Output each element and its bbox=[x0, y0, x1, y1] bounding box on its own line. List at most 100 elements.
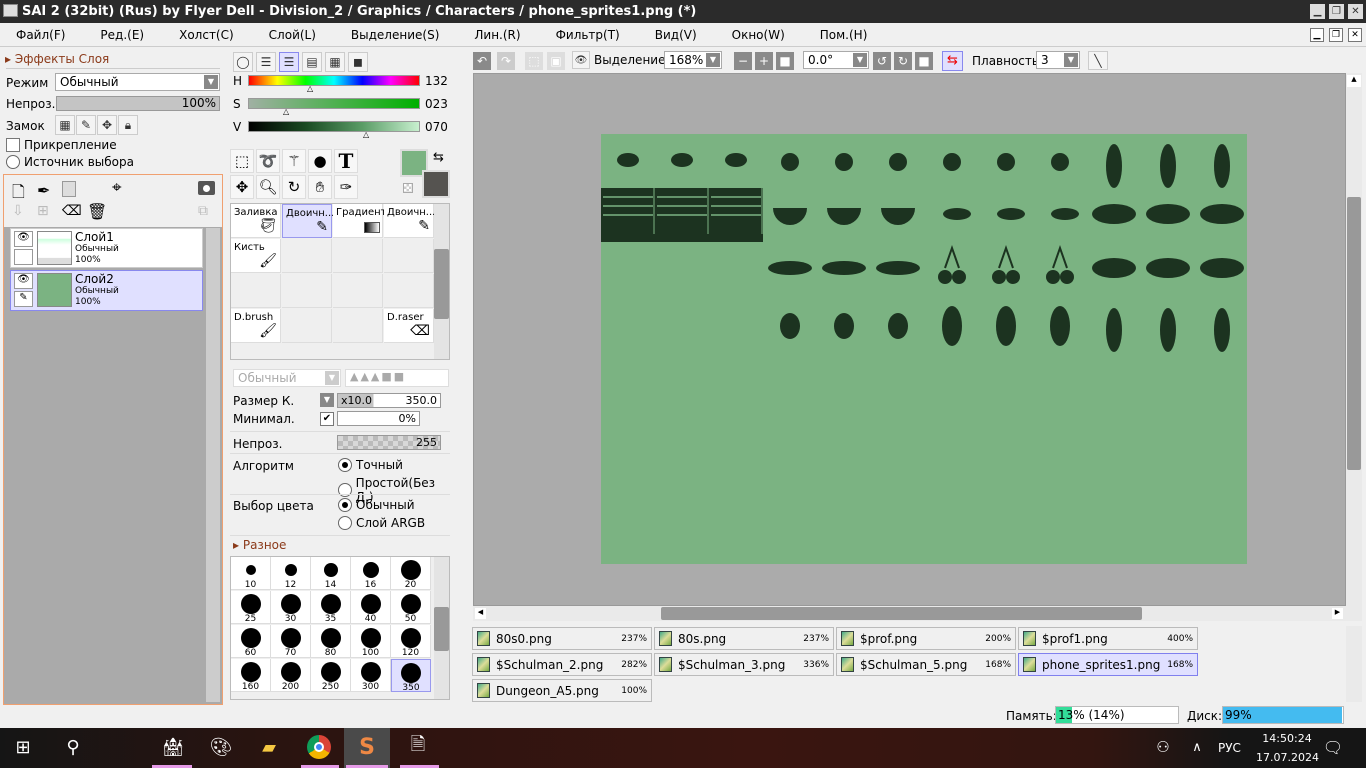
scroll-left-icon[interactable]: ◀ bbox=[475, 608, 486, 619]
doc-minimize-button[interactable]: ▁ bbox=[1310, 28, 1324, 42]
brush-size-preset[interactable]: 100 bbox=[351, 625, 391, 658]
lock-transparency-icon[interactable]: ▦ bbox=[55, 115, 75, 135]
shape-icon[interactable]: ● bbox=[308, 149, 332, 173]
brush-size-preset[interactable]: 250 bbox=[311, 659, 351, 692]
file-tab[interactable]: 80s0.png 237% bbox=[472, 627, 652, 650]
clipping-checkbox[interactable]: Прикрепление bbox=[6, 138, 117, 152]
menu-help[interactable]: Пом.(H) bbox=[820, 28, 868, 42]
brush-size-preset[interactable]: 16 bbox=[351, 557, 391, 590]
min-size-slider[interactable]: 0% bbox=[337, 411, 420, 426]
brush-fill[interactable]: Заливка 🪣︎ bbox=[231, 204, 281, 238]
file-explorer-icon[interactable]: ▰ bbox=[256, 734, 282, 760]
color-wheel-icon[interactable]: ◯ bbox=[233, 52, 253, 72]
brush-draser[interactable]: D.raser ⌫ bbox=[384, 309, 434, 343]
clock-time[interactable]: 14:50:24 bbox=[1262, 732, 1312, 745]
new-folder-icon[interactable] bbox=[62, 181, 76, 197]
radio[interactable] bbox=[338, 458, 352, 472]
brush-gradient[interactable]: Градиент bbox=[333, 204, 387, 238]
layer-effects-header[interactable]: ▸ Эффекты Слоя bbox=[5, 52, 109, 66]
trash-icon[interactable]: 🗑︎ bbox=[87, 202, 107, 221]
brush-size-preset[interactable]: 70 bbox=[271, 625, 311, 658]
algorithm-exact-radio[interactable]: Точный bbox=[338, 458, 403, 472]
saturation-marker-icon[interactable]: △ bbox=[283, 107, 289, 116]
menu-window[interactable]: Окно(W) bbox=[732, 28, 785, 42]
pick-argb-radio[interactable]: Слой ARGB bbox=[338, 516, 425, 530]
brush-binary-pen[interactable]: Двоичн... ✎ bbox=[282, 204, 334, 238]
layer-opacity-slider[interactable]: 100% bbox=[56, 96, 220, 111]
menu-ruler[interactable]: Лин.(R) bbox=[474, 28, 520, 42]
zoom-in-icon[interactable]: + bbox=[755, 52, 773, 70]
brush-size-preset[interactable]: 80 bbox=[311, 625, 351, 658]
pencil-icon[interactable]: ✎ bbox=[14, 291, 33, 307]
layer-list-scrollbar[interactable] bbox=[206, 228, 220, 702]
radio[interactable] bbox=[6, 155, 20, 169]
chevron-up-icon[interactable]: ∧ bbox=[1184, 734, 1210, 760]
menu-canvas[interactable]: Холст(C) bbox=[179, 28, 234, 42]
menu-view[interactable]: Вид(V) bbox=[655, 28, 697, 42]
brush-size-preset[interactable]: 60 bbox=[231, 625, 271, 658]
rotate-icon[interactable]: ↻ bbox=[282, 175, 306, 199]
file-tab[interactable]: $Schulman_2.png 282% bbox=[472, 653, 652, 676]
brush-size-preset[interactable]: 160 bbox=[231, 659, 271, 692]
language-indicator[interactable]: РУС bbox=[1218, 741, 1241, 755]
misc-header[interactable]: ▸ Разное bbox=[233, 538, 286, 552]
text-tool-icon[interactable]: T bbox=[334, 149, 358, 173]
brush-opacity-slider[interactable]: 255 bbox=[337, 435, 441, 450]
brush-size-preset[interactable]: 35 bbox=[311, 591, 351, 624]
brush-blend-select[interactable]: Обычный ▼ bbox=[233, 369, 341, 387]
stabilizer-select[interactable]: 3 ▼ bbox=[1036, 51, 1080, 69]
clock-date[interactable]: 17.07.2024 bbox=[1256, 751, 1319, 764]
brush-binary-eraser[interactable]: Двоичн... ✎ bbox=[384, 204, 435, 238]
file-tab[interactable]: Dungeon_A5.png 100% bbox=[472, 679, 652, 702]
hue-slider[interactable] bbox=[248, 75, 420, 86]
flip-horizontal-icon[interactable]: ⇆ bbox=[942, 51, 963, 71]
brush-size-preset[interactable]: 12 bbox=[271, 557, 311, 590]
vertical-scrollbar[interactable]: ▲ bbox=[1346, 73, 1362, 621]
scroll-up-icon[interactable]: ▲ bbox=[1347, 75, 1361, 87]
zoom-select[interactable]: 168% ▼ bbox=[664, 51, 722, 69]
layer-lock-slot[interactable] bbox=[14, 249, 33, 265]
scroll-right-icon[interactable]: ▶ bbox=[1332, 608, 1343, 619]
horizontal-scrollbar[interactable]: ◀ ▶ bbox=[473, 606, 1346, 621]
pick-normal-radio[interactable]: Обычный bbox=[338, 498, 415, 512]
brush-grid-scrollbar[interactable] bbox=[434, 204, 449, 359]
rotate-right-icon[interactable]: ↻ bbox=[894, 52, 912, 70]
brush-size-preset[interactable]: 50 bbox=[391, 591, 431, 624]
mask-add-icon[interactable]: ⧉ bbox=[198, 203, 208, 219]
secondary-color-swatch[interactable] bbox=[422, 170, 450, 198]
brush-size-preset[interactable]: 10 bbox=[231, 557, 271, 590]
layer-row-selected[interactable]: 👁︎ ✎ Слой2 Обычный 100% bbox=[10, 270, 203, 311]
swap-colors-icon[interactable]: ⇆ bbox=[433, 150, 444, 165]
hsv-slider-icon[interactable]: ☰ bbox=[279, 52, 299, 72]
lock-all-icon[interactable]: 🔒︎ bbox=[118, 115, 138, 135]
value-marker-icon[interactable]: △ bbox=[363, 130, 369, 139]
lock-paint-icon[interactable]: ✎ bbox=[76, 115, 96, 135]
menu-edit[interactable]: Ред.(E) bbox=[100, 28, 144, 42]
zoom-icon[interactable]: 🔍︎ bbox=[256, 175, 280, 199]
magic-wand-icon[interactable]: ⚚ bbox=[282, 149, 306, 173]
windows-start-icon[interactable]: ⊞ bbox=[10, 734, 36, 760]
swatches-icon[interactable]: ▤ bbox=[302, 52, 322, 72]
eye-icon[interactable]: 👁︎ bbox=[14, 273, 33, 289]
deselect-icon[interactable]: ⬚ bbox=[525, 52, 543, 70]
brush-brush[interactable]: Кисть 🖌︎ bbox=[231, 239, 281, 273]
value-slider[interactable] bbox=[248, 121, 420, 132]
merge-down-icon[interactable]: ⇩ bbox=[12, 203, 24, 219]
move-icon[interactable]: ✥ bbox=[230, 175, 254, 199]
rotate-left-icon[interactable]: ↺ bbox=[873, 52, 891, 70]
file-tab[interactable]: 80s.png 237% bbox=[654, 627, 834, 650]
mixer-icon[interactable]: ◼ bbox=[348, 52, 368, 72]
radio[interactable] bbox=[338, 498, 352, 512]
saturation-slider[interactable] bbox=[248, 98, 420, 109]
menu-filter[interactable]: Фильтр(T) bbox=[556, 28, 620, 42]
zoom-out-icon[interactable]: − bbox=[734, 52, 752, 70]
horizontal-scroll-thumb[interactable] bbox=[661, 607, 1142, 620]
brush-size-preset[interactable]: 350 bbox=[391, 659, 431, 693]
hue-marker-icon[interactable]: △ bbox=[307, 84, 313, 93]
transparent-color-icon[interactable] bbox=[403, 183, 413, 193]
restore-button[interactable]: ❐ bbox=[1329, 4, 1344, 19]
lasso-icon[interactable]: ➰ bbox=[256, 149, 280, 173]
rotate-reset-icon[interactable]: ■ bbox=[915, 52, 933, 70]
file-tab[interactable]: phone_sprites1.png 168% bbox=[1018, 653, 1198, 676]
size-multiplier-dropdown[interactable]: ▼ bbox=[320, 393, 334, 407]
